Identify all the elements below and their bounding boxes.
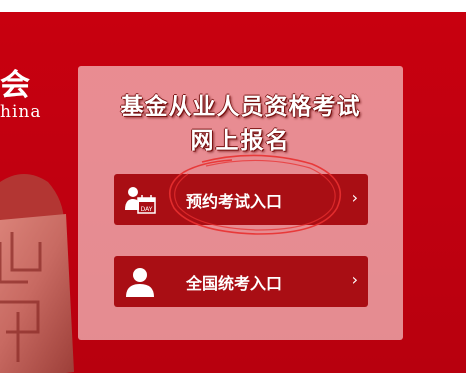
chevron-right-icon: › bbox=[351, 188, 358, 207]
panel-title-line2: 网上报名 bbox=[190, 127, 291, 154]
registration-panel: 基金从业人员资格考试 网上报名 DAY 预约考试入口 › 全国统考入口 › bbox=[78, 66, 403, 340]
seal-stone-decoration bbox=[0, 174, 74, 373]
appointment-exam-entry-label: 预约考试入口 bbox=[186, 192, 283, 211]
national-exam-entry-button[interactable]: 全国统考入口 › bbox=[114, 256, 368, 307]
association-logo-fragment: 会 hina bbox=[0, 60, 60, 130]
appointment-exam-entry-button[interactable]: DAY 预约考试入口 › bbox=[114, 174, 368, 225]
national-exam-entry-label: 全国统考入口 bbox=[186, 274, 283, 293]
calendar-person-icon: DAY bbox=[125, 187, 156, 214]
chevron-right-icon: › bbox=[351, 270, 358, 289]
person-icon bbox=[126, 268, 154, 297]
hero-banner: 会 hina 基金从业人员资格考试 网上报名 DAY 预约考试入口 › 全国统考… bbox=[0, 12, 466, 373]
brand-chinese-text: 会 bbox=[0, 68, 32, 103]
brand-english-text: hina bbox=[0, 102, 42, 122]
panel-title-line1: 基金从业人员资格考试 bbox=[120, 93, 361, 120]
calendar-day-text: DAY bbox=[141, 206, 153, 213]
page-right-edge bbox=[466, 0, 474, 373]
